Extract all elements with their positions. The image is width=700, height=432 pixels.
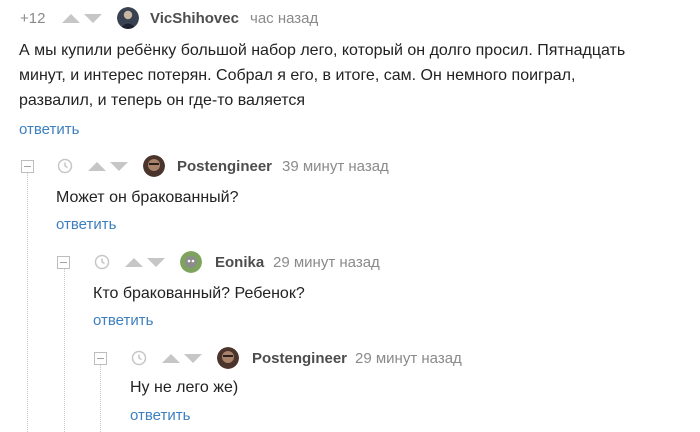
comment-time[interactable]: час назад — [250, 4, 318, 32]
comment: Postengineer 39 минут назад Может он бра… — [0, 150, 700, 240]
clock-icon[interactable] — [130, 344, 148, 372]
arrow-up-icon — [125, 257, 143, 267]
collapse-button[interactable] — [21, 160, 34, 173]
reply-link[interactable]: ответить — [130, 407, 190, 424]
comment-header: Postengineer 29 минут назад — [0, 344, 700, 372]
comment-text: Может он бракованный? — [56, 185, 239, 210]
arrow-up-icon — [62, 13, 80, 23]
comment-time[interactable]: 29 минут назад — [355, 344, 462, 372]
vote-down-button[interactable] — [147, 248, 165, 276]
comment: Eonika 29 минут назад Кто бракованный? Р… — [0, 247, 700, 337]
comment-text: Кто бракованный? Ребенок? — [93, 281, 305, 306]
reply-link[interactable]: ответить — [56, 216, 116, 233]
minus-square-icon — [60, 262, 67, 263]
collapse-button[interactable] — [94, 352, 107, 365]
comment-text-line: развалил, и теперь он где-то валяется — [19, 92, 306, 109]
comment-text: Ну не лего же) — [130, 375, 238, 400]
comment-author[interactable]: VicShihovec — [150, 4, 239, 32]
minus-square-icon — [97, 358, 104, 359]
comment-time[interactable]: 29 минут назад — [273, 248, 380, 276]
arrow-up-icon — [88, 161, 106, 171]
minus-square-icon — [24, 166, 31, 167]
reply-link[interactable]: ответить — [93, 312, 153, 329]
comment-author[interactable]: Eonika — [215, 248, 264, 276]
comment-author[interactable]: Postengineer — [177, 152, 272, 180]
vote-down-button[interactable] — [110, 152, 128, 180]
avatar-image — [117, 7, 139, 29]
vote-up-button[interactable] — [162, 344, 180, 372]
avatar-image — [217, 347, 239, 369]
arrow-down-icon — [147, 257, 165, 267]
clock-icon[interactable] — [93, 248, 111, 276]
arrow-down-icon — [84, 13, 102, 23]
avatar[interactable] — [180, 251, 202, 273]
arrow-down-icon — [184, 353, 202, 363]
comment-text-line: Ну не лего же) — [130, 379, 239, 396]
comment-header: Postengineer 39 минут назад — [0, 152, 700, 180]
clock-icon[interactable] — [56, 152, 74, 180]
arrow-down-icon — [110, 161, 128, 171]
comment-time[interactable]: 39 минут назад — [282, 152, 389, 180]
reply-link[interactable]: ответить — [19, 121, 79, 138]
comment-text-line: минут, и интерес потерян. Собрал я его, … — [19, 67, 576, 84]
vote-up-button[interactable] — [88, 152, 106, 180]
comment-author[interactable]: Postengineer — [252, 344, 347, 372]
comment-text: А мы купили ребёнку большой набор лего, … — [19, 38, 625, 113]
vote-up-button[interactable] — [62, 4, 80, 32]
comment-header: Eonika 29 минут назад — [0, 248, 700, 276]
avatar[interactable] — [117, 7, 139, 29]
comments-thread: +12 VicShihovec час назад А мы купили ре… — [0, 0, 700, 432]
comment-rating: +12 — [20, 9, 46, 27]
avatar[interactable] — [143, 155, 165, 177]
vote-down-button[interactable] — [84, 4, 102, 32]
avatar[interactable] — [217, 347, 239, 369]
collapse-button[interactable] — [57, 256, 70, 269]
comment: Postengineer 29 минут назад Ну не лего ж… — [0, 343, 700, 432]
vote-down-button[interactable] — [184, 344, 202, 372]
comment-text-line: Кто бракованный? Ребенок? — [93, 285, 305, 302]
avatar-image — [180, 251, 202, 273]
avatar-image — [143, 155, 165, 177]
comment-text-line: Может он бракованный? — [56, 189, 239, 206]
comment-header: +12 VicShihovec час назад — [0, 4, 700, 32]
vote-up-button[interactable] — [125, 248, 143, 276]
comment: +12 VicShihovec час назад А мы купили ре… — [0, 0, 700, 145]
arrow-up-icon — [162, 353, 180, 363]
comment-text-line: А мы купили ребёнку большой набор лего, … — [19, 42, 626, 59]
